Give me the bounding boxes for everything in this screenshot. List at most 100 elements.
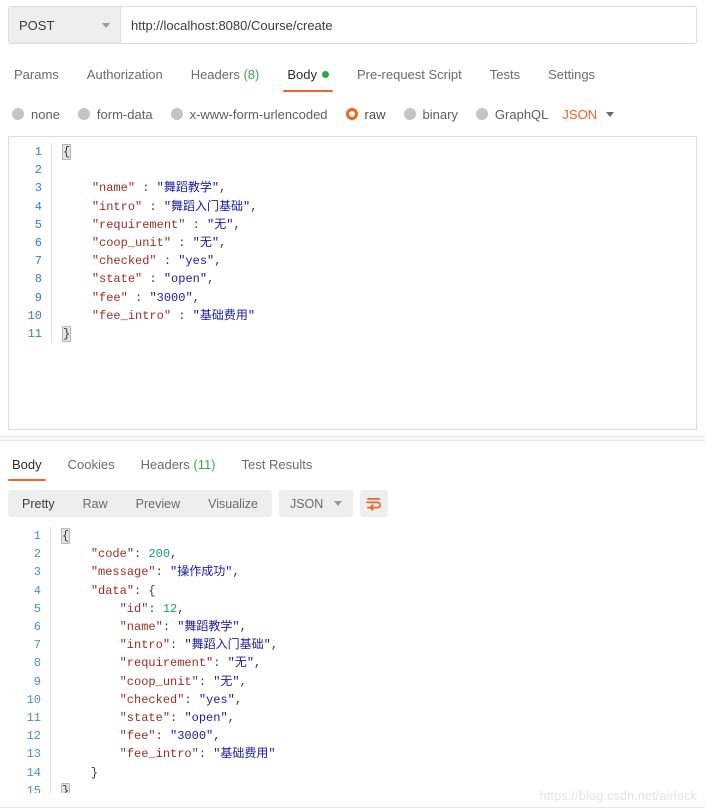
request-code-line: "coop_unit" : "无", bbox=[63, 234, 696, 252]
response-line-number-gutter: 123456789101112131415 bbox=[8, 527, 50, 793]
tab-label: Headers bbox=[191, 67, 240, 82]
response-code-line-number: 8 bbox=[8, 654, 41, 672]
response-code-token bbox=[62, 584, 91, 598]
response-view-pretty[interactable]: Pretty bbox=[8, 490, 69, 517]
body-type-form-data[interactable]: form-data bbox=[78, 107, 153, 122]
request-code-token: "fee" bbox=[92, 291, 128, 305]
request-tab-bar: ParamsAuthorizationHeaders (8)BodyPre-re… bbox=[8, 58, 697, 92]
request-code-token bbox=[63, 254, 92, 268]
request-code-line-number: 7 bbox=[9, 252, 42, 270]
response-tab-test-results[interactable]: Test Results bbox=[229, 457, 326, 481]
tab-label: Cookies bbox=[68, 457, 115, 472]
response-code-token: : bbox=[134, 547, 148, 561]
response-code-line: "id": 12, bbox=[62, 600, 697, 618]
response-code-line-number: 1 bbox=[8, 527, 41, 545]
response-tab-headers[interactable]: Headers (11) bbox=[128, 457, 229, 481]
response-code-line-number: 12 bbox=[8, 727, 41, 745]
response-code-token: "intro" bbox=[120, 638, 170, 652]
response-view-raw[interactable]: Raw bbox=[69, 490, 122, 517]
request-code-token: "name" bbox=[92, 181, 135, 195]
request-code-token: "requirement" bbox=[92, 218, 186, 232]
request-body-editor[interactable]: 1234567891011 { "name" : "舞蹈教学", "intro"… bbox=[8, 136, 697, 430]
request-code-line: "intro" : "舞蹈入门基础", bbox=[63, 198, 696, 216]
response-code-token: : { bbox=[134, 584, 156, 598]
response-code-token: , bbox=[228, 711, 235, 725]
tab-count-badge: (8) bbox=[240, 67, 260, 82]
tab-label: Settings bbox=[548, 67, 595, 82]
request-code-line-number: 2 bbox=[9, 161, 42, 179]
response-code-token: "name" bbox=[120, 620, 163, 634]
request-code-line bbox=[63, 161, 696, 179]
request-tab-authorization[interactable]: Authorization bbox=[73, 67, 177, 92]
response-code-line: } bbox=[62, 764, 697, 782]
wrap-lines-icon bbox=[366, 497, 382, 511]
radio-button-icon bbox=[171, 108, 183, 120]
response-code-token: , bbox=[170, 547, 177, 561]
request-code-token: "舞蹈教学" bbox=[157, 181, 219, 195]
radio-label: x-www-form-urlencoded bbox=[190, 107, 328, 122]
chevron-down-icon bbox=[606, 112, 614, 117]
response-format-select[interactable]: JSON bbox=[279, 490, 353, 517]
request-tab-settings[interactable]: Settings bbox=[534, 67, 609, 92]
body-type-binary[interactable]: binary bbox=[404, 107, 458, 122]
http-method-select[interactable]: POST bbox=[9, 7, 121, 43]
request-code-token: , bbox=[233, 218, 240, 232]
request-code-line: "state" : "open", bbox=[63, 270, 696, 288]
response-code-line-number: 5 bbox=[8, 600, 41, 618]
response-code-line: "requirement": "无", bbox=[62, 654, 697, 672]
request-line-number-gutter: 1234567891011 bbox=[9, 143, 51, 343]
response-code-line: { bbox=[62, 527, 697, 545]
response-code-token: "基础费用" bbox=[213, 747, 275, 761]
request-tab-headers[interactable]: Headers (8) bbox=[177, 67, 274, 92]
body-type-none[interactable]: none bbox=[12, 107, 60, 122]
response-view-visualize[interactable]: Visualize bbox=[194, 490, 272, 517]
response-tab-body[interactable]: Body bbox=[8, 457, 55, 481]
request-code-token bbox=[63, 200, 92, 214]
response-code-token: : bbox=[199, 747, 213, 761]
request-tab-body[interactable]: Body bbox=[273, 67, 343, 92]
panel-splitter[interactable] bbox=[0, 436, 705, 441]
request-code-token bbox=[63, 309, 92, 323]
tab-label: Body bbox=[12, 457, 42, 472]
wrap-lines-button[interactable] bbox=[360, 490, 388, 517]
response-code-token: : bbox=[156, 565, 170, 579]
request-code-content[interactable]: { "name" : "舞蹈教学", "intro" : "舞蹈入门基础", "… bbox=[51, 143, 696, 343]
response-view-preview[interactable]: Preview bbox=[122, 490, 194, 517]
request-code-line-number: 9 bbox=[9, 289, 42, 307]
request-code-line-number: 5 bbox=[9, 216, 42, 234]
request-code-token: , bbox=[250, 200, 257, 214]
response-code-token: "舞蹈入门基础" bbox=[184, 638, 270, 652]
request-tab-params[interactable]: Params bbox=[8, 67, 73, 92]
response-code-token: "yes" bbox=[199, 693, 235, 707]
request-code-token bbox=[63, 181, 92, 195]
response-code-token: "message" bbox=[91, 565, 156, 579]
radio-button-icon bbox=[12, 108, 24, 120]
response-code-line-number: 15 bbox=[8, 782, 41, 793]
request-tab-pre-request-script[interactable]: Pre-request Script bbox=[343, 67, 476, 92]
response-code-token bbox=[62, 656, 120, 670]
request-code-token: , bbox=[207, 272, 214, 286]
response-tab-bar: Body Cookies Headers (11)Test Results bbox=[8, 449, 697, 481]
response-code-token: "code" bbox=[91, 547, 134, 561]
request-code-area: 1234567891011 { "name" : "舞蹈教学", "intro"… bbox=[9, 137, 696, 343]
response-code-line-number: 11 bbox=[8, 709, 41, 727]
response-code-token: "open" bbox=[184, 711, 227, 725]
response-code-token bbox=[62, 729, 120, 743]
response-code-line-number: 3 bbox=[8, 563, 41, 581]
response-code-token: : bbox=[213, 656, 227, 670]
body-type-raw[interactable]: raw bbox=[346, 107, 386, 122]
request-tab-tests[interactable]: Tests bbox=[476, 67, 534, 92]
body-type-graphql[interactable]: GraphQL bbox=[476, 107, 548, 122]
response-code-line: "intro": "舞蹈入门基础", bbox=[62, 636, 697, 654]
response-body-viewer[interactable]: 123456789101112131415 { "code": 200, "me… bbox=[8, 525, 697, 793]
response-code-line: "state": "open", bbox=[62, 709, 697, 727]
body-language-select[interactable]: JSON bbox=[562, 107, 614, 122]
body-type-x-www-form-urlencoded[interactable]: x-www-form-urlencoded bbox=[171, 107, 328, 122]
response-format-value: JSON bbox=[290, 497, 323, 511]
response-tab-cookies[interactable]: Cookies bbox=[55, 457, 128, 481]
request-url-input[interactable]: http://localhost:8080/Course/create bbox=[121, 7, 696, 43]
request-code-token: : bbox=[171, 309, 193, 323]
response-code-token: 12 bbox=[163, 602, 177, 616]
request-code-token: "无" bbox=[207, 218, 233, 232]
radio-label: binary bbox=[423, 107, 458, 122]
